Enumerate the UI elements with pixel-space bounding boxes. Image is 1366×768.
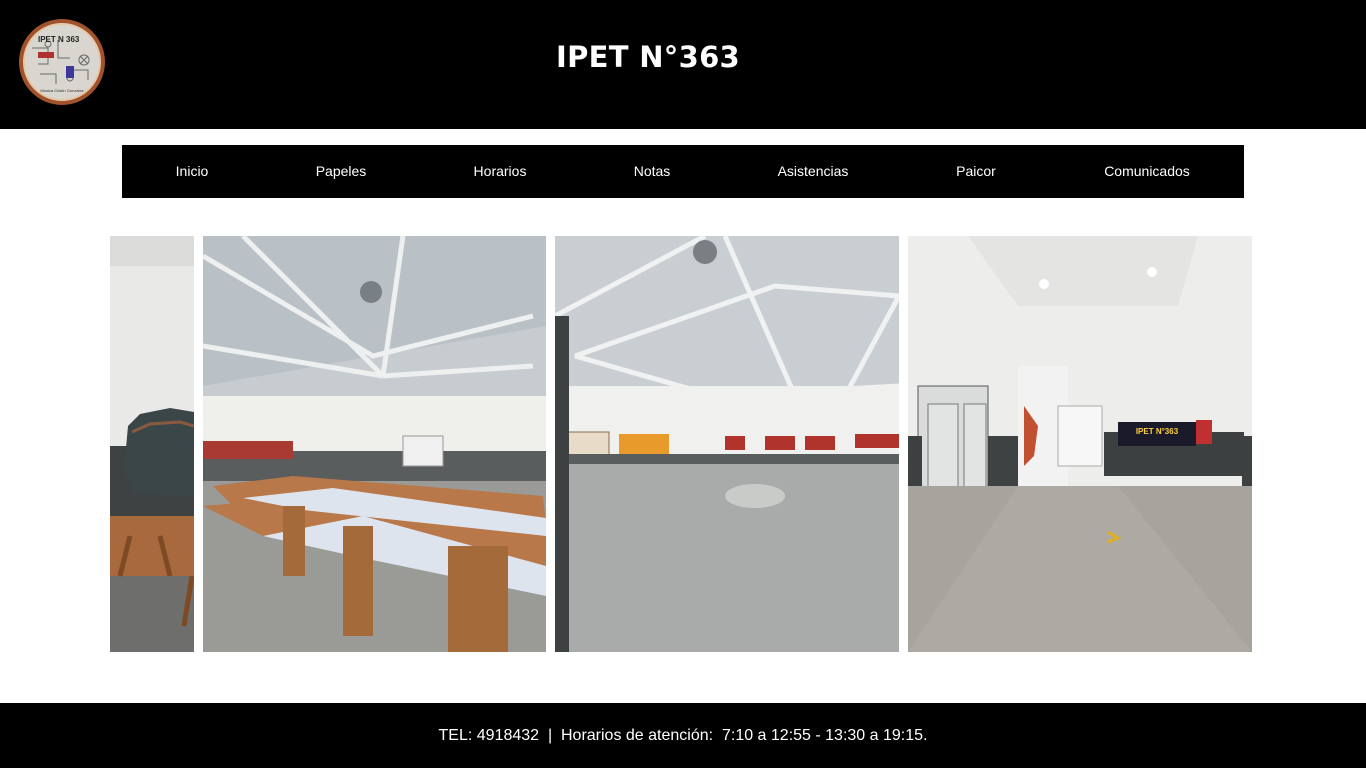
svg-text:Monica Cristin Gonzalez: Monica Cristin Gonzalez (40, 88, 83, 93)
gallery-photo-dining-hall-tables[interactable] (203, 236, 546, 652)
gallery-photo-mural[interactable] (110, 236, 194, 652)
site-footer: TEL: 4918432 | Horarios de atención: 7:1… (0, 703, 1366, 768)
site-title: IPET N°363 (556, 40, 741, 74)
school-logo[interactable]: IPET N 363 Monica Cristin Gonzalez (18, 18, 106, 106)
nav-item-asistencias[interactable]: Asistencias (778, 145, 849, 198)
nav-item-paicor[interactable]: Paicor (956, 145, 996, 198)
site-header: IPET N 363 Monica Cristin Gonzalez IPET … (0, 0, 1366, 129)
photo-gallery: IPET N°363 (0, 236, 1366, 652)
gallery-photo-hallway[interactable]: IPET N°363 (908, 236, 1252, 652)
nav-item-comunicados[interactable]: Comunicados (1104, 145, 1190, 198)
gallery-photo-dining-hall-open[interactable] (555, 236, 899, 652)
svg-text:IPET N°363: IPET N°363 (1136, 427, 1179, 436)
nav-item-horarios[interactable]: Horarios (474, 145, 527, 198)
footer-contact-text: TEL: 4918432 | Horarios de atención: 7:1… (438, 727, 928, 744)
main-nav: Inicio Papeles Horarios Notas Asistencia… (122, 145, 1244, 198)
nav-item-papeles[interactable]: Papeles (316, 145, 367, 198)
nav-item-notas[interactable]: Notas (634, 145, 671, 198)
svg-text:IPET N 363: IPET N 363 (38, 35, 80, 44)
nav-item-inicio[interactable]: Inicio (176, 145, 209, 198)
